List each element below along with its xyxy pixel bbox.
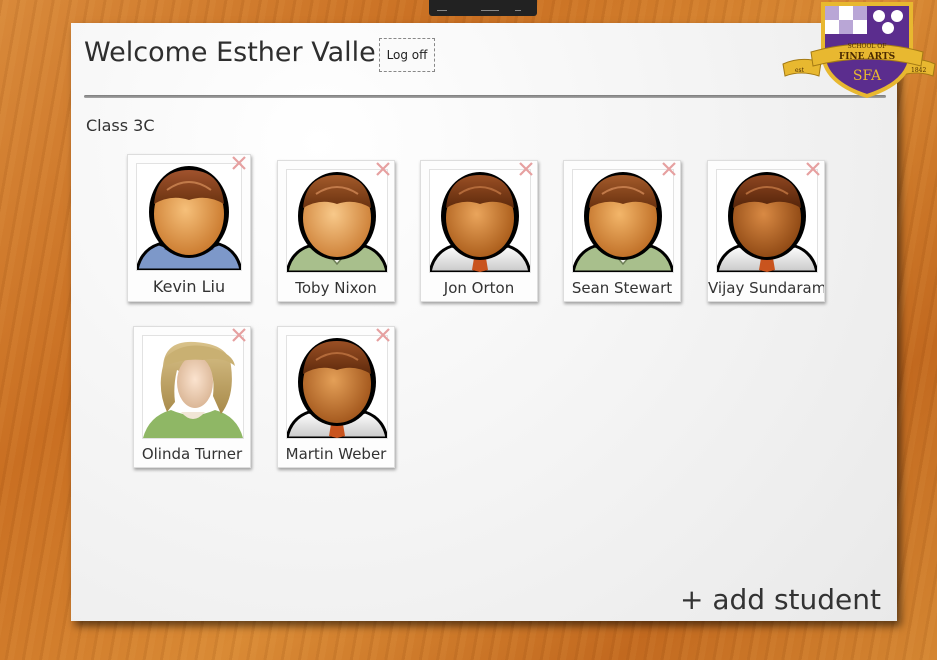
student-name: Kevin Liu [152,277,226,296]
male-green-shirt-avatar-icon [287,172,387,272]
female-avatar-icon [143,341,243,438]
avatar [286,335,388,439]
main-panel: Welcome Esther Valle! Log off Class 3C K… [71,23,897,621]
avatar [572,169,674,273]
svg-text:SFA: SFA [853,68,882,84]
male-tie-avatar-icon [287,338,387,438]
student-name: Vijay Sundaram [708,279,824,297]
remove-student-icon[interactable] [230,326,248,344]
male-green-shirt-avatar-icon [573,172,673,272]
remove-student-icon[interactable] [660,160,678,178]
avatar [286,169,388,273]
school-crest-logo: SCHOOL OF FINE ARTS SFA est 1842 [782,2,936,98]
remove-student-icon[interactable] [374,326,392,344]
header-divider [84,95,886,98]
avatar [136,163,242,271]
svg-text:est: est [795,67,805,74]
svg-text:FINE ARTS: FINE ARTS [839,52,895,62]
minimize-icon[interactable] [481,2,499,11]
avatar [142,335,244,439]
student-name: Olinda Turner [141,445,243,463]
student-card[interactable]: Martin Weber [277,326,395,468]
remove-student-icon[interactable] [374,160,392,178]
add-student-button[interactable]: + add student [680,583,881,616]
avatar [716,169,818,273]
remove-student-icon[interactable] [230,154,248,172]
student-name: Toby Nixon [295,279,377,297]
svg-text:1842: 1842 [911,67,926,74]
restore-icon[interactable] [437,2,447,11]
class-label: Class 3C [86,116,155,135]
window-control-bar[interactable] [429,0,537,16]
male-tie-avatar-icon [430,172,530,272]
student-name: Martin Weber [285,445,387,463]
male-tie-avatar-icon [717,172,817,272]
student-card[interactable]: Toby Nixon [277,160,395,302]
avatar [429,169,531,273]
student-name: Sean Stewart [571,279,673,297]
student-card[interactable]: Jon Orton [420,160,538,302]
student-card[interactable]: Kevin Liu [127,154,251,302]
remove-student-icon[interactable] [804,160,822,178]
student-name: Jon Orton [443,279,515,297]
male-blue-sweater-avatar-icon [137,166,241,270]
student-card[interactable]: Olinda Turner [133,326,251,468]
remove-student-icon[interactable] [517,160,535,178]
svg-text:SCHOOL OF: SCHOOL OF [848,43,887,50]
close-icon[interactable] [515,2,521,11]
student-card[interactable]: Sean Stewart [563,160,681,302]
page-title: Welcome Esther Valle! [84,37,387,68]
student-card[interactable]: Vijay Sundaram [707,160,825,302]
log-off-button[interactable]: Log off [379,38,435,72]
